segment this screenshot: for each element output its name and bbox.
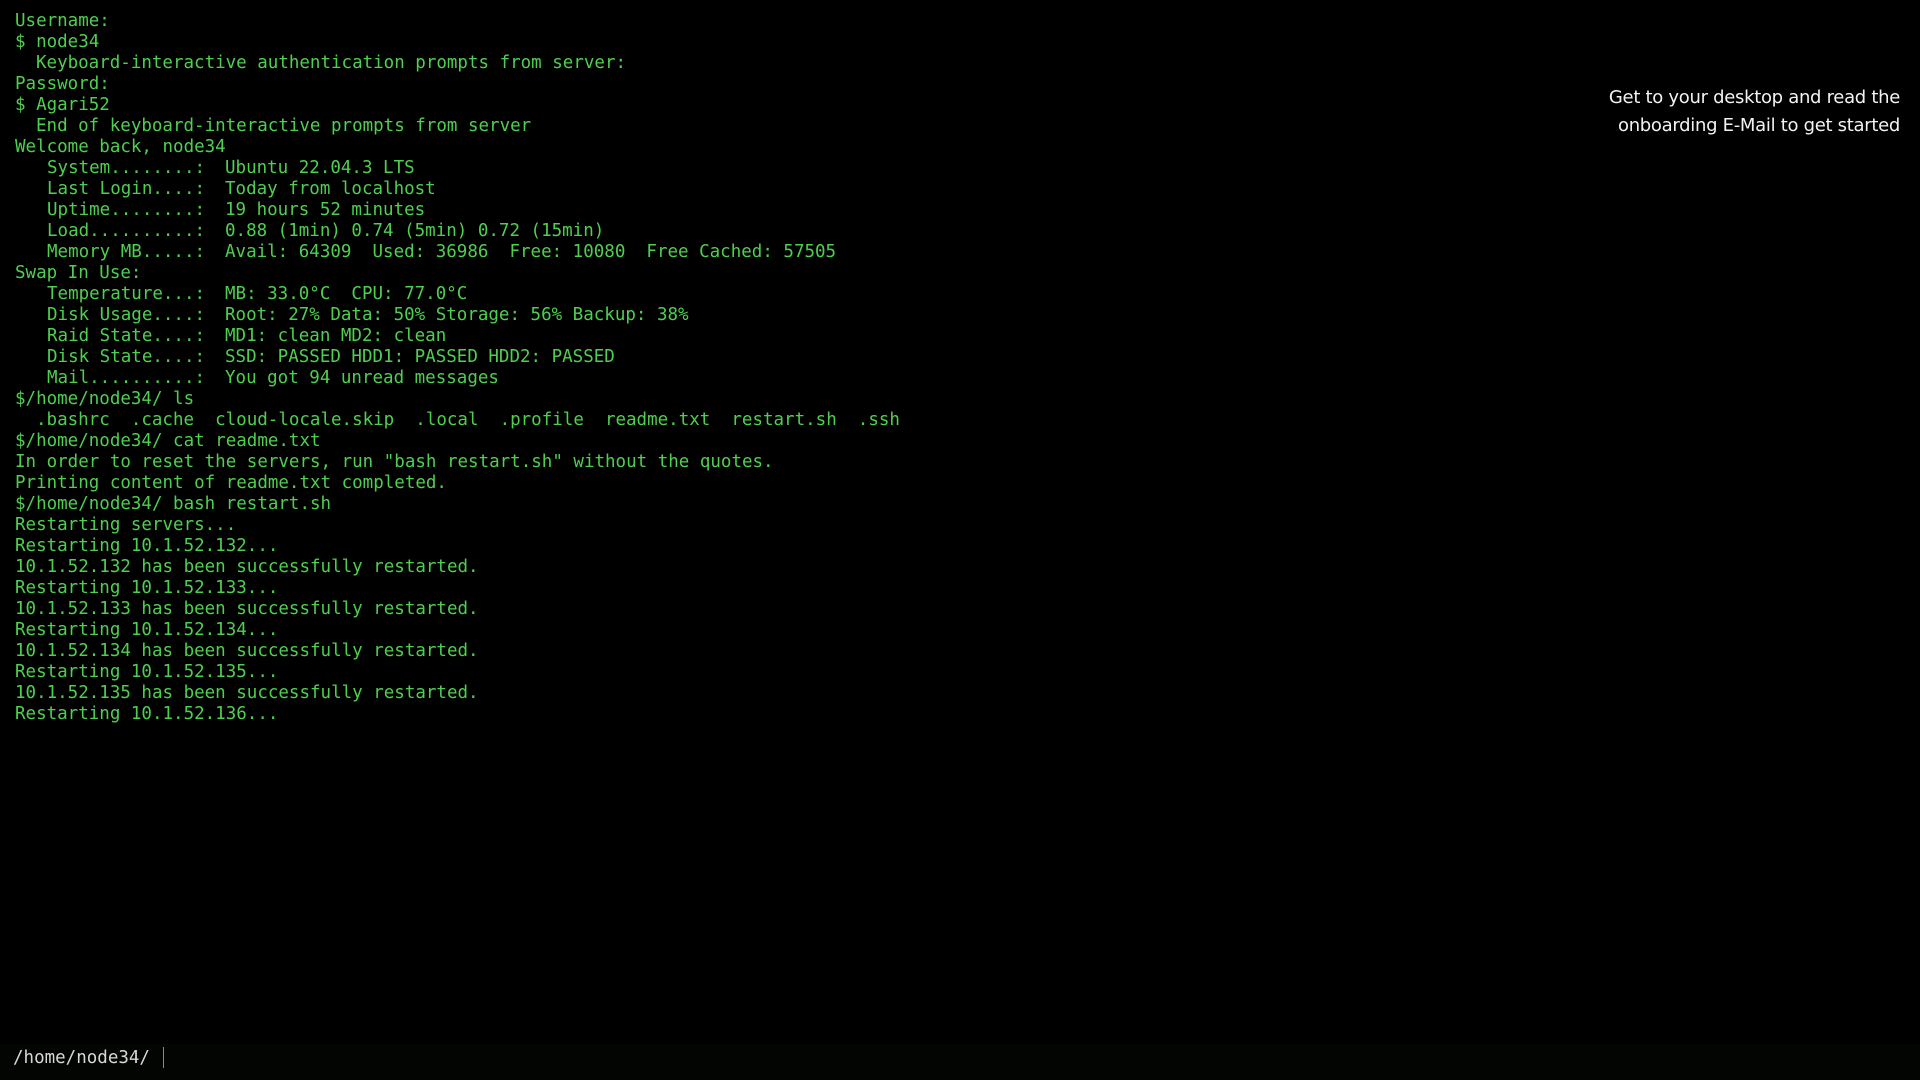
terminal-ls-output: .bashrc .cache cloud-locale.skip .local … [36, 410, 900, 430]
sysinfo-row-disk-usage: Disk Usage....: Root: 27% Data: 50% Stora… [15, 305, 1515, 326]
sysinfo-row-load: Load..........: 0.88 (1min) 0.74 (5min) 0… [15, 221, 1515, 242]
terminal-line-password-prompt: Password: [15, 74, 110, 94]
terminal-restart-line: 10.1.52.134 has been successfully restar… [15, 641, 479, 661]
terminal-restart-line: Restarting 10.1.52.135... [15, 662, 279, 682]
sysinfo-row-last-login: Last Login....: Today from localhost [15, 179, 1515, 200]
terminal-readme-content: In order to reset the servers, run "bash… [15, 452, 774, 472]
sysinfo-value: You got 94 unread messages [225, 368, 499, 388]
sysinfo-label: Disk Usage....: [47, 305, 206, 325]
terminal-restart-line: Restarting 10.1.52.132... [15, 536, 279, 556]
sysinfo-value: 19 hours 52 minutes [225, 200, 426, 220]
sysinfo-value: MB: 33.0°C CPU: 77.0°C [225, 284, 468, 304]
terminal-line-password-entry: $ Agari52 [15, 95, 110, 115]
prompt-path: /home/node34/ [13, 1048, 150, 1068]
sysinfo-value: Avail: 64309 Used: 36986 Free: 10080 Fre… [225, 242, 837, 262]
command-input-bar[interactable] [0, 1044, 1920, 1080]
terminal-line-auth-start: Keyboard-interactive authentication prom… [36, 53, 627, 73]
sysinfo-row-uptime: Uptime........: 19 hours 52 minutes [15, 200, 1515, 221]
sysinfo-row-raid-state: Raid State....: MD1: clean MD2: clean [15, 326, 1515, 347]
sysinfo-row-system: System........: Ubuntu 22.04.3 LTS [15, 158, 1515, 179]
sysinfo-row-disk-state: Disk State....: SSD: PASSED HDD1: PASSED … [15, 347, 1515, 368]
onboarding-hint-line: Get to your desktop and read the [1608, 87, 1900, 108]
terminal-restart-line: 10.1.52.132 has been successfully restar… [15, 557, 479, 577]
terminal-line-welcome: Welcome back, node34 [15, 137, 226, 157]
sysinfo-label: Temperature...: [47, 284, 206, 304]
text-cursor[interactable] [163, 1047, 164, 1068]
terminal-command-cat: $/home/node34/ cat readme.txt [15, 431, 321, 451]
sysinfo-row-memory: Memory MB.....: Avail: 64309 Used: 36986 … [15, 242, 1515, 263]
sysinfo-label: Last Login....: [47, 179, 206, 199]
onboarding-hint: Get to your desktop and read the onboard… [1480, 84, 1900, 140]
terminal-restart-line: Restarting servers... [15, 515, 237, 535]
terminal-line-username-entry: $ node34 [15, 32, 100, 52]
terminal-line-auth-end: End of keyboard-interactive prompts from… [36, 116, 532, 136]
sysinfo-label: Uptime........: [47, 200, 206, 220]
sysinfo-value: Today from localhost [225, 179, 436, 199]
terminal-line-swap: Swap In Use: [15, 263, 142, 283]
sysinfo-value: Ubuntu 22.04.3 LTS [225, 158, 415, 178]
terminal-output: Username: $ node34 Keyboard-interactive … [15, 11, 1515, 725]
sysinfo-value: Root: 27% Data: 50% Storage: 56% Backup:… [225, 305, 689, 325]
terminal-readme-done: Printing content of readme.txt completed… [15, 473, 447, 493]
sysinfo-label: Memory MB.....: [47, 242, 206, 262]
sysinfo-label: Raid State....: [47, 326, 206, 346]
sysinfo-label: Disk State....: [47, 347, 206, 367]
terminal-restart-line: Restarting 10.1.52.136... [15, 704, 279, 724]
terminal-restart-line: Restarting 10.1.52.134... [15, 620, 279, 640]
sysinfo-row-temperature: Temperature...: MB: 33.0°C CPU: 77.0°C [15, 284, 1515, 305]
terminal-command-bash: $/home/node34/ bash restart.sh [15, 494, 332, 514]
sysinfo-value: 0.88 (1min) 0.74 (5min) 0.72 (15min) [225, 221, 605, 241]
onboarding-hint-line: onboarding E-Mail to get started [1617, 115, 1900, 136]
terminal-command-ls: $/home/node34/ ls [15, 389, 195, 409]
sysinfo-label: Mail..........: [47, 368, 206, 388]
terminal-restart-line: Restarting 10.1.52.133... [15, 578, 279, 598]
terminal-line-username-prompt: Username: [15, 11, 110, 31]
sysinfo-value: SSD: PASSED HDD1: PASSED HDD2: PASSED [225, 347, 615, 367]
terminal-restart-line: 10.1.52.135 has been successfully restar… [15, 683, 479, 703]
sysinfo-row-mail: Mail..........: You got 94 unread message… [15, 368, 1515, 389]
sysinfo-value: MD1: clean MD2: clean [225, 326, 447, 346]
sysinfo-label: System........: [47, 158, 206, 178]
sysinfo-label: Load..........: [47, 221, 206, 241]
terminal-restart-line: 10.1.52.133 has been successfully restar… [15, 599, 479, 619]
